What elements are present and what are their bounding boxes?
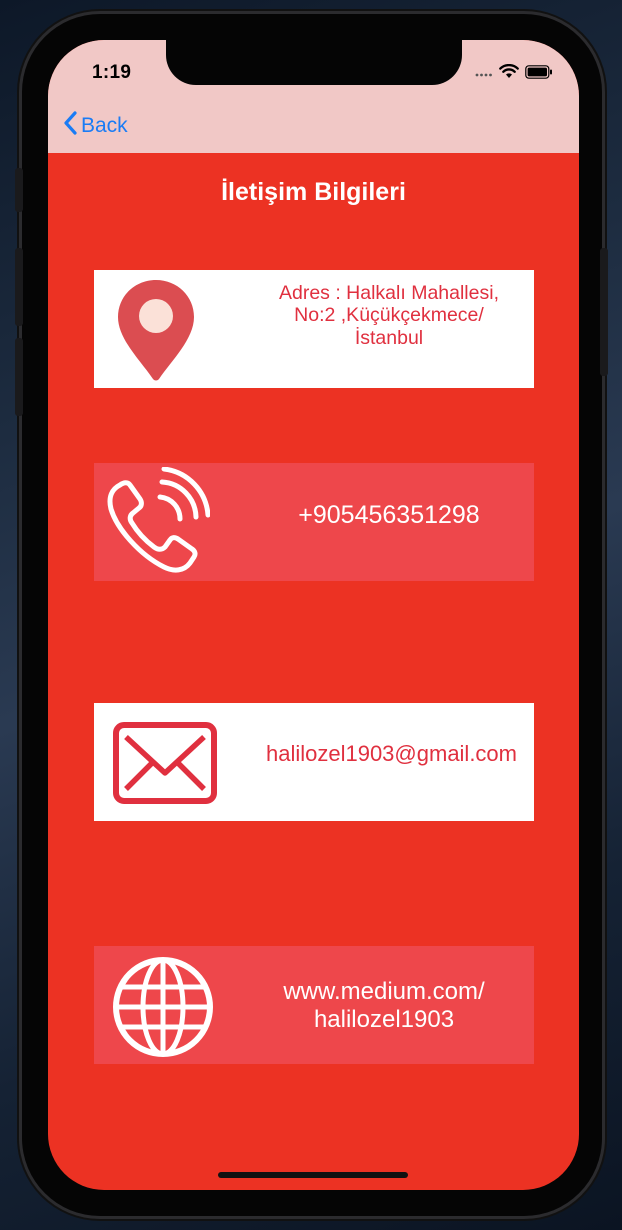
website-card[interactable]: www.medium.com/ halilozel1903 [94,946,534,1064]
chevron-left-icon [63,111,81,141]
address-line: Adres : Halkalı Mahallesi, [278,282,499,304]
power-button [600,248,608,376]
home-indicator[interactable] [218,1172,408,1178]
wifi-icon [499,64,519,84]
navigation-bar: 1:19 Back [48,40,579,153]
website-line: www.medium.com/ [283,978,485,1005]
back-label: Back [81,114,128,137]
back-button[interactable]: Back [63,111,128,141]
email-address: halilozel1903@gmail.com [265,741,517,766]
address-text: Adres : Halkalı Mahallesi, No:2 ,Küçükçe… [254,282,524,349]
website-text: www.medium.com/ halilozel1903 [249,978,519,1033]
phone-icon [102,466,211,582]
phone-card[interactable]: +905456351298 [94,463,534,581]
signal-dots-icon [475,65,493,83]
phone-number: +905456351298 [298,501,480,529]
location-pin-icon [114,276,198,387]
status-time: 1:19 [92,62,132,83]
email-card[interactable]: halilozel1903@gmail.com [94,703,534,821]
address-line: No:2 ,Küçükçekmece/ [294,304,484,327]
website-line: halilozel1903 [313,1005,455,1033]
envelope-icon [112,721,218,810]
battery-icon [525,64,553,84]
status-icons [475,64,553,84]
notch [166,40,462,85]
volume-down-button [15,338,23,416]
address-line: İstanbul [354,326,424,349]
silent-switch [15,168,23,212]
globe-icon [110,954,216,1065]
address-card[interactable]: Adres : Halkalı Mahallesi, No:2 ,Küçükçe… [94,270,534,388]
screen: 1:19 Back İletişim Bilgileri Adres: Hal… [48,40,579,1190]
volume-up-button [15,248,23,326]
page-title: İletişim Bilgileri [221,178,406,206]
